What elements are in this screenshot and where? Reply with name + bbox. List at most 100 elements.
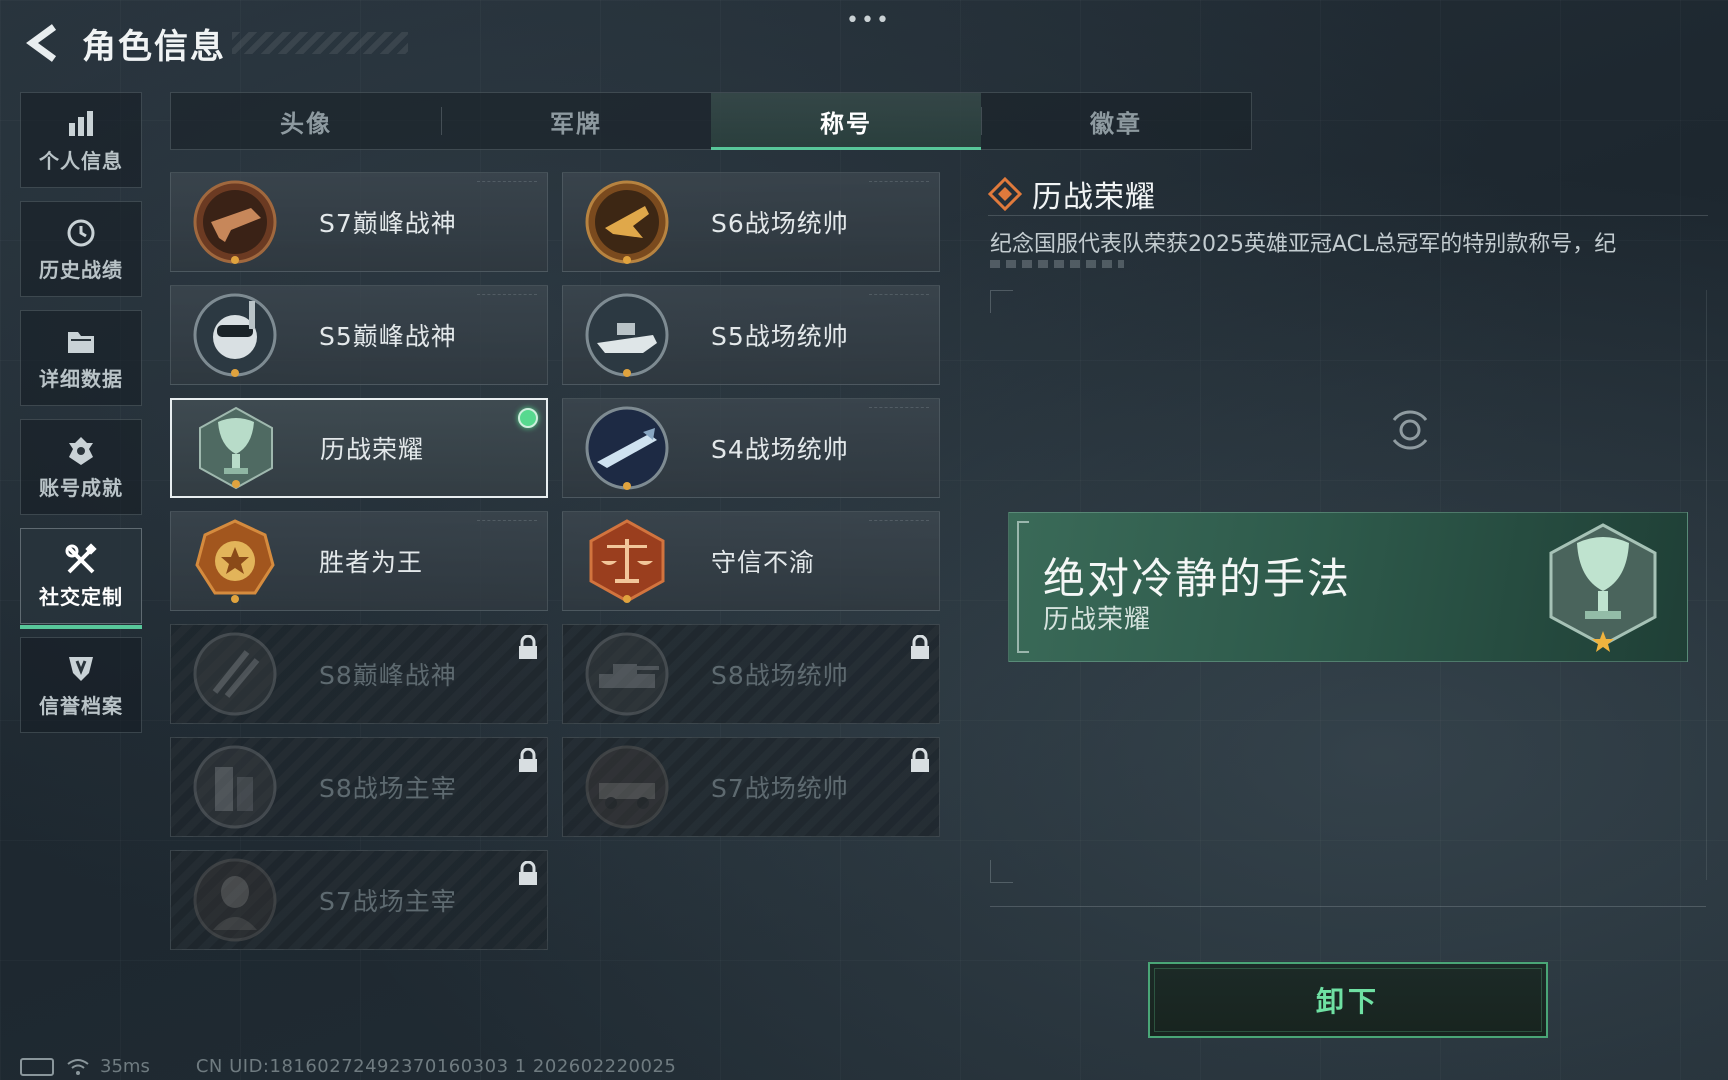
title-name: 胜者为王 — [319, 548, 424, 577]
rotate-view-icon[interactable] — [1386, 406, 1434, 454]
title-name: 历战荣耀 — [320, 435, 425, 464]
trophy-emblem-icon — [1549, 523, 1657, 652]
folder-icon — [64, 325, 98, 359]
battery-icon — [20, 1057, 54, 1076]
tab-dogtag[interactable]: 军牌 — [441, 93, 711, 149]
achievement-icon — [64, 434, 98, 468]
diamond-icon — [988, 177, 1022, 211]
detail-subtext-decoration — [990, 260, 1124, 268]
tab-avatar[interactable]: 头像 — [171, 93, 441, 149]
card-decoration — [477, 294, 537, 299]
tools-icon — [64, 542, 98, 577]
lock-icon — [519, 748, 537, 772]
card-decoration — [869, 407, 929, 412]
card-decoration — [869, 181, 929, 186]
title-card-locked[interactable]: S8战场主宰 — [170, 737, 548, 837]
card-decoration — [869, 294, 929, 299]
sidebar-item-profile[interactable]: 个人信息 — [20, 92, 142, 188]
card-decoration — [477, 520, 537, 525]
nameplate-player-name: 绝对冷静的手法 — [1043, 554, 1352, 603]
title-name: S6战场统帅 — [711, 209, 849, 238]
sidebar-item-credit[interactable]: 信誉档案 — [20, 637, 142, 733]
tab-title[interactable]: 称号 — [711, 93, 981, 150]
lock-icon — [911, 635, 929, 659]
title-card-locked[interactable]: S8战场统帅 — [562, 624, 940, 724]
sidebar-item-label: 社交定制 — [39, 584, 123, 609]
title-name: S5战场统帅 — [711, 322, 849, 351]
title-nameplate-preview: 绝对冷静的手法 历战荣耀 — [1008, 512, 1688, 662]
nameplate-title: 历战荣耀 — [1043, 605, 1152, 635]
title-emblem-icon — [191, 291, 279, 379]
preview-frame-bottom — [990, 906, 1706, 907]
card-decoration — [477, 181, 537, 186]
tank-emblem-icon — [583, 630, 671, 718]
unequip-button[interactable]: 卸下 — [1148, 962, 1548, 1038]
title-emblem-icon — [583, 178, 671, 266]
more-menu-icon[interactable]: ••• — [846, 8, 891, 33]
detail-header: 历战荣耀 — [988, 172, 1156, 216]
page-title: 角色信息 — [82, 26, 226, 67]
title-card[interactable]: S6战场统帅 — [562, 172, 940, 272]
building-emblem-icon — [191, 743, 279, 831]
title-name: S4战场统帅 — [711, 435, 849, 464]
medal-emblem-icon — [191, 517, 279, 605]
title-name: S7战场统帅 — [711, 774, 849, 803]
equipped-indicator — [518, 408, 538, 428]
lock-icon — [519, 861, 537, 885]
status-bar: 35ms CN UID:18160272492370160303 1 20260… — [20, 1056, 676, 1077]
sidebar-item-history[interactable]: 历史战绩 — [20, 201, 142, 297]
title-name: S8战场主宰 — [319, 774, 457, 803]
title-card-locked[interactable]: S8巅峰战神 — [170, 624, 548, 724]
detail-description: 纪念国服代表队荣获2025英雄亚冠ACL总冠军的特别款称号，纪 — [990, 232, 1617, 257]
sidebar-item-achievements[interactable]: 账号成就 — [20, 419, 142, 515]
tab-badge[interactable]: 徽章 — [981, 93, 1251, 149]
vehicle-emblem-icon — [583, 743, 671, 831]
title-card[interactable]: S5巅峰战神 — [170, 285, 548, 385]
title-name: S8巅峰战神 — [319, 661, 457, 690]
sidebar-item-label: 账号成就 — [39, 475, 123, 500]
soldier-emblem-icon — [191, 856, 279, 944]
title-name: S5巅峰战神 — [319, 322, 457, 351]
ping-value: 35ms — [100, 1056, 150, 1077]
sidebar-item-details[interactable]: 详细数据 — [20, 310, 142, 406]
preview-frame-edge — [1706, 290, 1707, 880]
sidebar-item-label: 详细数据 — [39, 366, 123, 391]
scales-emblem-icon — [583, 517, 671, 605]
lock-icon — [911, 748, 929, 772]
title-card[interactable]: 守信不渝 — [562, 511, 940, 611]
sidebar-nav: 个人信息 历史战绩 详细数据 账号成就 社交定制 信誉档案 — [20, 92, 144, 746]
title-emblem-icon — [191, 630, 279, 718]
title-name: S7战场主宰 — [319, 887, 457, 916]
player-uid: CN UID:18160272492370160303 1 2026022200… — [195, 1056, 677, 1077]
detail-title: 历战荣耀 — [1032, 180, 1156, 215]
history-icon — [64, 216, 98, 250]
title-card-locked[interactable]: S7战场统帅 — [562, 737, 940, 837]
title-card[interactable]: S4战场统帅 — [562, 398, 940, 498]
title-emblem-icon — [191, 178, 279, 266]
bar-chart-icon — [64, 107, 98, 141]
shield-icon — [64, 652, 98, 686]
title-card-locked[interactable]: S7战场主宰 — [170, 850, 548, 950]
sidebar-item-label: 个人信息 — [39, 148, 123, 173]
title-name: S8战场统帅 — [711, 661, 849, 690]
preview-frame-corner — [990, 290, 1013, 313]
back-button[interactable] — [20, 21, 64, 65]
title-emblem-icon — [583, 291, 671, 379]
sidebar-item-label: 历史战绩 — [39, 257, 123, 282]
title-card[interactable]: S5战场统帅 — [562, 285, 940, 385]
preview-frame-corner — [990, 860, 1013, 883]
wifi-icon — [67, 1058, 89, 1075]
title-name: S7巅峰战神 — [319, 209, 457, 238]
card-decoration — [869, 520, 929, 525]
title-name: 守信不渝 — [711, 548, 816, 577]
sidebar-item-label: 信誉档案 — [39, 693, 123, 718]
title-card[interactable]: S7巅峰战神 — [170, 172, 548, 272]
sidebar-item-social-custom[interactable]: 社交定制 — [20, 528, 142, 629]
lock-icon — [519, 635, 537, 659]
category-tabs: 头像 军牌 称号 徽章 — [170, 92, 1252, 150]
title-card[interactable]: 胜者为王 — [170, 511, 548, 611]
title-card-selected[interactable]: 历战荣耀 — [170, 398, 548, 498]
title-emblem-icon — [583, 404, 671, 492]
title-decoration — [232, 32, 408, 54]
page-header: 角色信息 — [20, 18, 226, 68]
